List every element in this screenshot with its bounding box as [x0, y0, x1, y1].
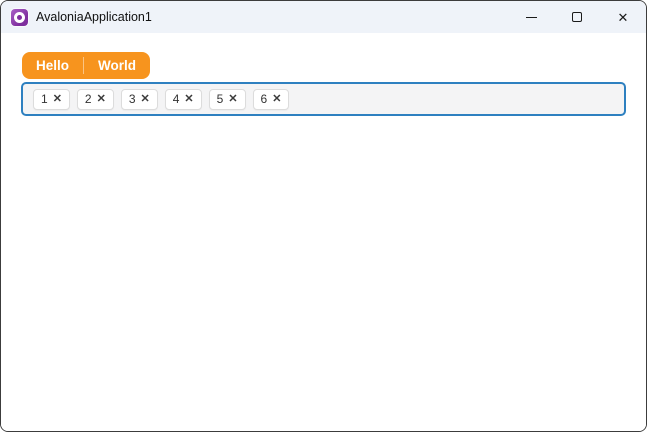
- chipbox[interactable]: 1 ✕ 2 ✕ 3 ✕ 4 ✕ 5 ✕ 6 ✕: [21, 82, 626, 116]
- close-button[interactable]: ✕: [600, 1, 646, 33]
- chip[interactable]: 2 ✕: [76, 88, 114, 110]
- chip-label: 6: [260, 92, 268, 106]
- close-icon: ✕: [617, 9, 629, 25]
- chip-label: 2: [84, 92, 92, 106]
- chip-remove-button[interactable]: ✕: [97, 93, 106, 105]
- chip-remove-button[interactable]: ✕: [141, 93, 150, 105]
- window-title: AvaloniaApplication1: [36, 10, 152, 24]
- avalonia-logo-icon: [11, 8, 28, 26]
- maximize-button[interactable]: [554, 1, 600, 33]
- titlebar[interactable]: AvaloniaApplication1 ✕: [1, 1, 646, 33]
- app-window: AvaloniaApplication1 ✕ Hello World 1 ✕ 2…: [0, 0, 647, 432]
- chip-remove-button[interactable]: ✕: [228, 93, 237, 105]
- chip-label: 3: [128, 92, 136, 106]
- chip[interactable]: 1 ✕: [33, 88, 70, 110]
- chip[interactable]: 6 ✕: [252, 88, 290, 110]
- tab-world[interactable]: World: [84, 52, 150, 79]
- chip[interactable]: 5 ✕: [208, 88, 246, 110]
- minimize-icon: [525, 16, 537, 18]
- chip-remove-button[interactable]: ✕: [184, 93, 193, 105]
- chip[interactable]: 4 ✕: [164, 88, 202, 110]
- tabstrip: Hello World: [22, 52, 151, 79]
- chip-label: 5: [216, 92, 224, 106]
- tab-world-label: World: [98, 58, 137, 73]
- maximize-icon: [572, 12, 582, 22]
- minimize-button[interactable]: [508, 1, 554, 33]
- content-area: Hello World 1 ✕ 2 ✕ 3 ✕ 4 ✕ 5 ✕ 6 ✕: [1, 33, 646, 431]
- window-controls: ✕: [508, 1, 646, 33]
- tab-hello-label: Hello: [36, 58, 70, 73]
- chip[interactable]: 3 ✕: [120, 88, 158, 110]
- avalonia-logo-dot: [17, 14, 22, 20]
- chip-label: 1: [41, 92, 48, 106]
- chip-label: 4: [172, 92, 180, 106]
- chip-remove-button[interactable]: ✕: [53, 93, 62, 105]
- chip-remove-button[interactable]: ✕: [272, 93, 281, 105]
- tab-hello[interactable]: Hello: [22, 52, 83, 79]
- avalonia-logo-ring: [14, 11, 25, 23]
